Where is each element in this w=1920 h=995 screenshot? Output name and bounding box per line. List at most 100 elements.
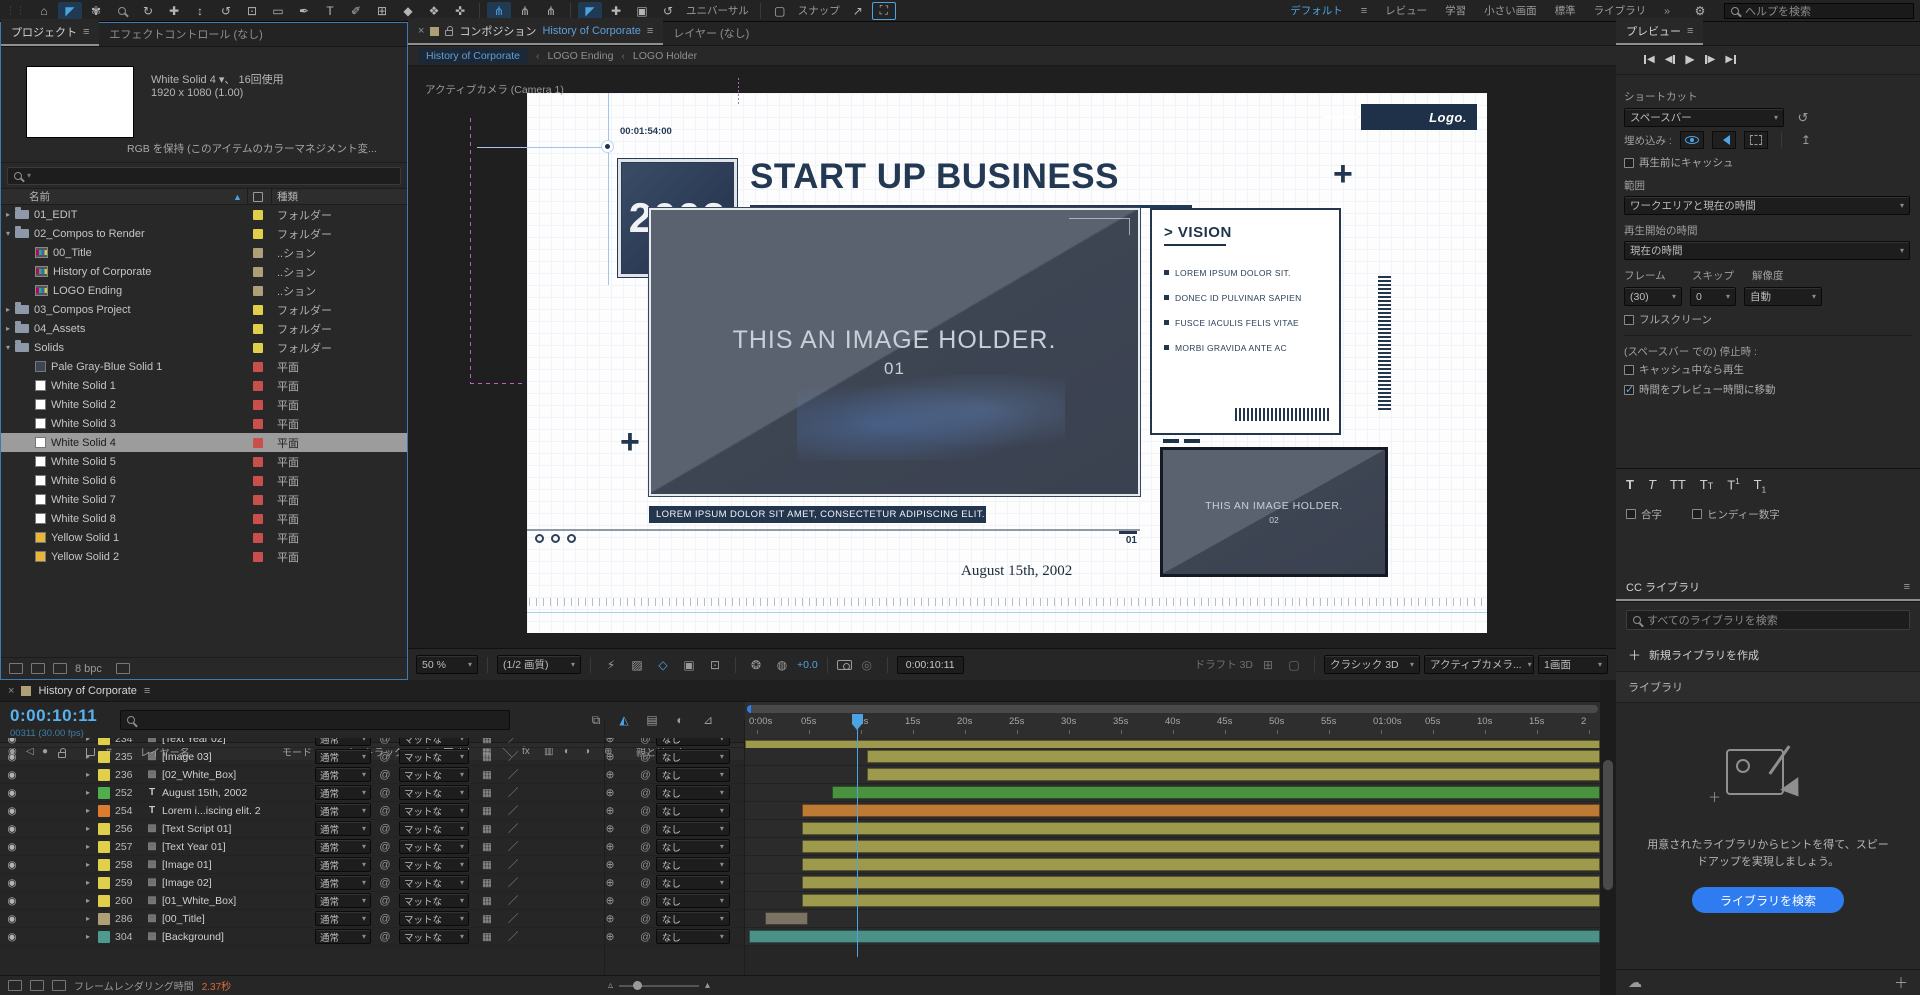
pan-behind-tool-icon[interactable]: ⊡ xyxy=(240,2,264,20)
parent-dropdown[interactable]: なし ▾ xyxy=(655,875,730,890)
label-color-chip[interactable] xyxy=(253,266,263,277)
full-resolution-icon[interactable]: ⛶ xyxy=(871,1,896,20)
library-section-header[interactable]: ライブラリ xyxy=(1616,672,1920,703)
twirl-icon[interactable]: ▸ xyxy=(78,860,98,869)
draft-icon[interactable]: ◭ xyxy=(613,711,635,729)
ground-plane-icon[interactable]: ⊞ xyxy=(1257,656,1279,674)
eye-icon[interactable]: ◉ xyxy=(0,738,24,745)
layer-duration-bar[interactable] xyxy=(802,840,1600,853)
twirl-icon[interactable]: ▸ xyxy=(78,752,98,761)
track-matte-dropdown[interactable]: マットな ▾ xyxy=(399,929,469,944)
layer-row[interactable]: ◉ ▸ 254 T Lorem i...iscing elit. 2 通常 ▾ @… xyxy=(0,802,1600,820)
gizmo-scale-icon[interactable]: ▣ xyxy=(630,2,654,20)
workspace-settings-icon[interactable]: ⚙ xyxy=(1688,2,1712,20)
project-item-row[interactable]: Yellow Solid 2 平面 xyxy=(1,547,407,566)
eraser-tool-icon[interactable]: ◆ xyxy=(396,2,420,20)
project-search-input[interactable]: ▾ xyxy=(7,166,401,185)
threed-switch-icon[interactable]: ⊕ xyxy=(590,859,630,871)
parent-dropdown[interactable]: なし ▾ xyxy=(655,929,730,944)
panel-menu-icon[interactable]: ≡ xyxy=(83,26,89,38)
brush-tool-icon[interactable]: ✐ xyxy=(344,2,368,20)
layer-switches[interactable]: ▦ ／ xyxy=(472,738,590,746)
track-matte-dropdown[interactable]: マットな ▾ xyxy=(399,821,469,836)
libraries-search-input[interactable]: すべてのライブラリを検索 xyxy=(1626,610,1910,630)
snapshot-icon[interactable] xyxy=(836,659,852,670)
layer-track[interactable] xyxy=(745,856,1600,873)
first-frame-button[interactable]: ◀ xyxy=(1644,54,1655,65)
next-frame-button[interactable]: ▶ xyxy=(1704,54,1715,65)
ligatures-checkbox[interactable] xyxy=(1626,509,1636,520)
pickwhip-icon[interactable]: @ xyxy=(374,913,396,925)
parent-pickwhip-icon[interactable]: @ xyxy=(640,751,651,763)
twirl-icon[interactable]: ▾ xyxy=(1,343,15,352)
layer-switches[interactable]: ▦ ／ xyxy=(472,929,590,944)
threed-switch-icon[interactable]: ⊕ xyxy=(590,913,630,925)
workspace-tab-review[interactable]: レビュー xyxy=(1385,3,1427,18)
play-button[interactable]: ▶ xyxy=(1685,52,1694,66)
layer-name[interactable]: [Text Year 01] xyxy=(162,841,312,853)
blend-mode-dropdown[interactable]: 通常 ▾ xyxy=(315,738,371,746)
renderer-dropdown[interactable]: クラシック 3D ▾ xyxy=(1324,655,1420,674)
draft-3d-toggle[interactable]: ドラフト 3D xyxy=(1195,657,1253,672)
workspace-tab-standard[interactable]: 標準 xyxy=(1555,3,1576,18)
layer-color-chip[interactable] xyxy=(98,912,110,925)
range-dropdown[interactable]: ワークエリアと現在の時間 ▾ xyxy=(1624,196,1910,215)
eye-icon[interactable]: ◉ xyxy=(0,877,24,889)
zoom-tool-icon[interactable] xyxy=(110,2,134,20)
timeline-scrollbar[interactable] xyxy=(1600,680,1616,995)
pickwhip-icon[interactable]: @ xyxy=(374,823,396,835)
layer-track[interactable] xyxy=(745,802,1600,819)
layer-track[interactable] xyxy=(745,748,1600,765)
transparency-grid-icon[interactable]: ▨ xyxy=(626,656,648,674)
extended-viewer-icon[interactable]: ▢ xyxy=(1283,656,1305,674)
pickwhip-icon[interactable]: @ xyxy=(374,738,396,745)
gizmo-rotate-icon[interactable]: ↺ xyxy=(656,2,680,20)
tab-project[interactable]: プロジェクト ≡ xyxy=(1,19,100,46)
zoom-slider-knob[interactable] xyxy=(633,980,643,990)
parent-pickwhip-icon[interactable]: @ xyxy=(640,805,651,817)
layer-track[interactable] xyxy=(745,838,1600,855)
threed-switch-icon[interactable]: ⊕ xyxy=(590,895,630,907)
twirl-icon[interactable]: ▸ xyxy=(78,738,98,743)
tab-layer[interactable]: レイヤー (なし) xyxy=(663,20,759,45)
twirl-icon[interactable]: ▸ xyxy=(78,806,98,815)
twirl-icon[interactable]: ▸ xyxy=(78,824,98,833)
blend-mode-dropdown[interactable]: 通常 ▾ xyxy=(315,911,371,926)
parent-dropdown[interactable]: なし ▾ xyxy=(655,893,730,908)
composition-viewport[interactable]: アクティブカメラ (Camera 1) Logo. 00:01:54:00 20… xyxy=(408,66,1616,648)
layer-color-chip[interactable] xyxy=(98,894,110,907)
new-folder-icon[interactable] xyxy=(31,663,45,674)
parent-dropdown[interactable]: なし ▾ xyxy=(655,911,730,926)
track-matte-dropdown[interactable]: マットな ▾ xyxy=(399,749,469,764)
create-library-button[interactable]: ＋ 新規ライブラリを作成 xyxy=(1616,638,1920,672)
workspace-menu-icon[interactable]: ≡ xyxy=(1361,5,1367,17)
blend-mode-dropdown[interactable]: 通常 ▾ xyxy=(315,767,371,782)
eye-icon[interactable]: ◉ xyxy=(0,769,24,781)
layer-color-chip[interactable] xyxy=(98,768,110,781)
eye-icon[interactable]: ◉ xyxy=(0,805,24,817)
layer-row[interactable]: ◉ ▸ 236 ▩ [02_White_Box] 通常 ▾ @ マットな ▾ ▦ ／ … xyxy=(0,766,1600,784)
twirl-icon[interactable]: ▸ xyxy=(78,896,98,905)
parent-pickwhip-icon[interactable]: @ xyxy=(640,738,651,745)
project-item-row[interactable]: White Solid 2 平面 xyxy=(1,395,407,414)
layer-row[interactable]: ◉ ▸ 257 ▩ [Text Year 01] 通常 ▾ @ マットな ▾ ▦ ／ … xyxy=(0,838,1600,856)
parent-pickwhip-icon[interactable]: @ xyxy=(640,859,651,871)
layer-name[interactable]: [01_White_Box] xyxy=(162,895,312,907)
track-matte-dropdown[interactable]: マットな ▾ xyxy=(399,767,469,782)
track-matte-dropdown[interactable]: マットな ▾ xyxy=(399,839,469,854)
layer-duration-bar[interactable] xyxy=(832,786,1600,799)
channel-show-icon[interactable]: ❂ xyxy=(745,656,767,674)
project-item-row[interactable]: White Solid 3 平面 xyxy=(1,414,407,433)
workspace-overflow-icon[interactable]: » xyxy=(1664,5,1670,17)
show-snapshot-icon[interactable]: ◎ xyxy=(856,656,878,674)
clone-stamp-tool-icon[interactable]: ⊞ xyxy=(370,2,394,20)
dolly-camera-tool-icon[interactable]: ↕ xyxy=(188,2,212,20)
parent-dropdown[interactable]: なし ▾ xyxy=(655,803,730,818)
label-color-chip[interactable] xyxy=(253,380,263,391)
eye-icon[interactable]: ◉ xyxy=(0,895,24,907)
layer-duration-bar[interactable] xyxy=(802,858,1600,871)
blend-mode-dropdown[interactable]: 通常 ▾ xyxy=(315,857,371,872)
fullscreen-checkbox[interactable] xyxy=(1624,314,1634,325)
project-item-row[interactable]: White Solid 5 平面 xyxy=(1,452,407,471)
eye-icon[interactable]: ◉ xyxy=(0,841,24,853)
